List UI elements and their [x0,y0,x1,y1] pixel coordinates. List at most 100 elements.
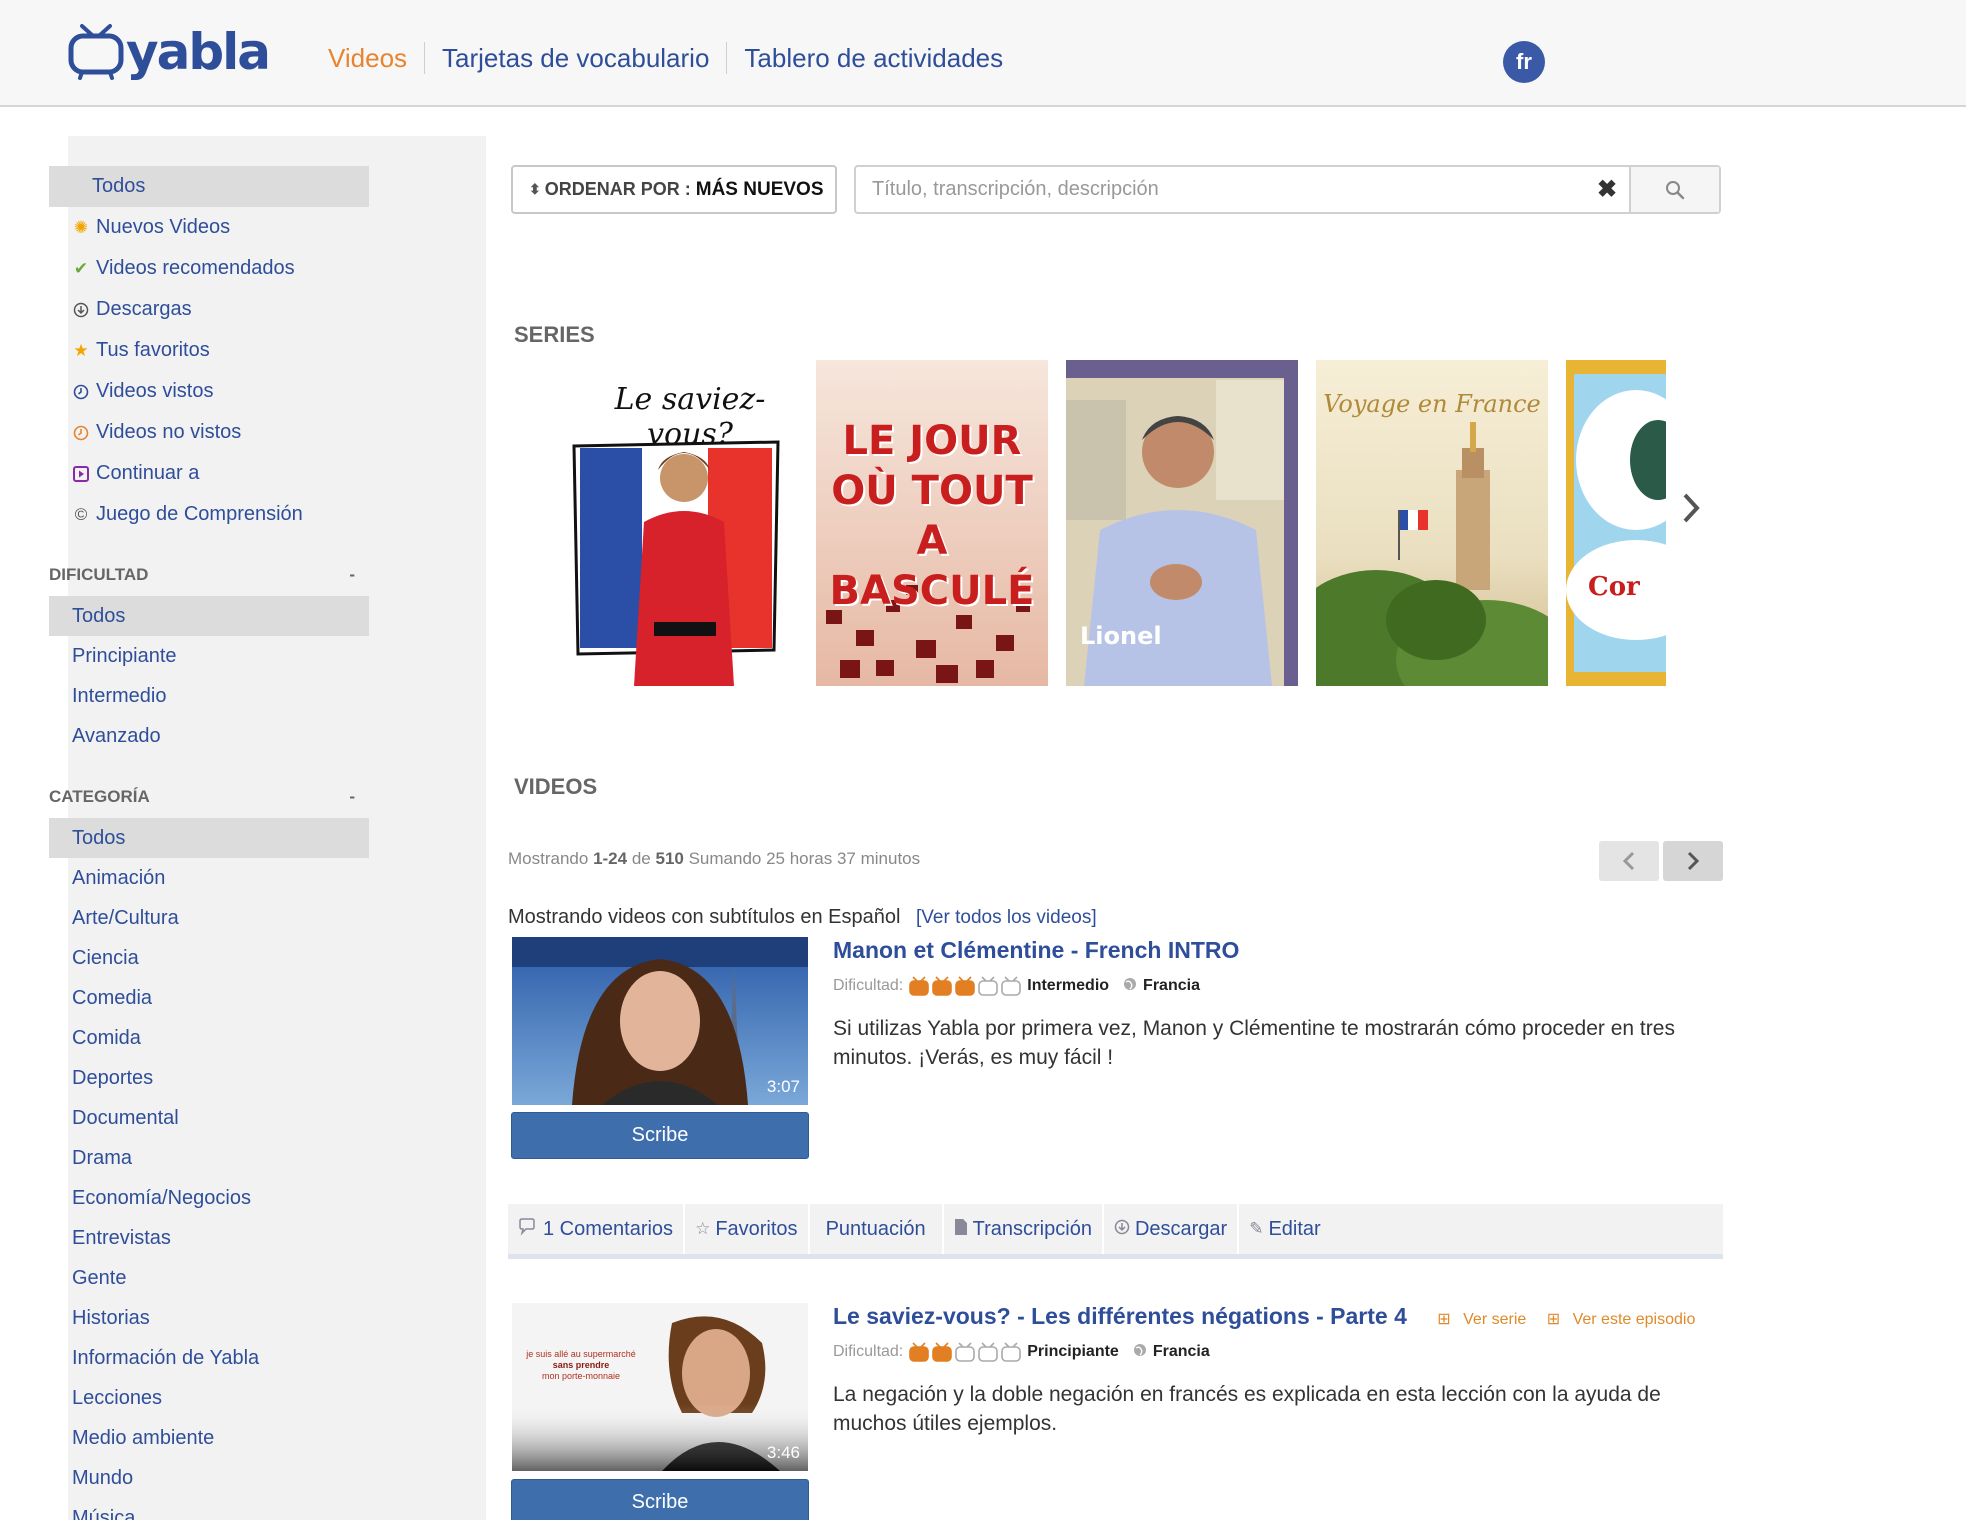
summary-total: 510 [655,849,684,868]
video-country: Francia [1152,1343,1210,1360]
nav-videos[interactable]: Videos [310,42,424,74]
video-title-row: Le saviez-vous? - Les différentes négati… [833,1303,1695,1330]
category-item[interactable]: Mundo [49,1458,369,1498]
series-next-arrow[interactable] [1680,490,1702,535]
nav-vocabulary-cards[interactable]: Tarjetas de vocabulario [424,42,726,74]
caption-line: je suis allé au supermarché [526,1349,636,1359]
category-item[interactable]: Historias [49,1298,369,1338]
category-item[interactable]: Información de Yabla [49,1338,369,1378]
chevron-right-icon [1683,493,1700,523]
edit-button[interactable]: ✎ Editar [1239,1204,1331,1254]
category-item[interactable]: Arte/Cultura [49,898,369,938]
filter-all[interactable]: Todos [49,166,369,207]
category-item[interactable]: Deportes [49,1058,369,1098]
comments-button[interactable]: 1 Comentarios [508,1204,686,1254]
category-item[interactable]: Documental [49,1098,369,1138]
series-card-lionel[interactable]: Lionel [1066,360,1298,686]
filter-comprehension-game[interactable]: © Juego de Comprensión [49,494,369,535]
document-icon [954,1218,968,1241]
difficulty-heading[interactable]: DIFICULTAD - [49,560,369,590]
filter-continue[interactable]: Continuar a [49,453,369,494]
difficulty-advanced[interactable]: Avanzado [49,716,369,756]
collapse-toggle[interactable]: - [349,565,355,585]
series-card-le-saviez-vous[interactable]: Le saviez-vous? [566,360,798,686]
download-label: Descargar [1134,1217,1228,1240]
category-item[interactable]: Música [49,1498,369,1520]
collapse-toggle[interactable]: - [349,787,355,807]
language-badge[interactable]: fr [1503,41,1545,83]
series-card-partial[interactable]: Cor [1566,360,1666,686]
video-thumbnail[interactable]: je suis allé au supermarché sans prendre… [512,1303,808,1471]
sort-value: MÁS NUEVOS [695,178,824,200]
difficulty-intermediate[interactable]: Intermedio [49,676,369,716]
difficulty-beginner[interactable]: Principiante [49,636,369,676]
filter-label: Avanzado [72,724,161,747]
filter-recommended[interactable]: ✔ Videos recomendados [49,248,369,289]
view-episode-link[interactable]: ⊞ Ver este episodio [1539,1311,1696,1328]
see-all-videos-link[interactable]: [Ver todos los videos] [916,907,1097,928]
transcript-button[interactable]: Transcripción [944,1204,1104,1254]
filter-label: Información de Yabla [72,1346,260,1369]
category-item[interactable]: Entrevistas [49,1218,369,1258]
filter-new-videos[interactable]: ✺ Nuevos Videos [49,207,369,248]
video-title[interactable]: Le saviez-vous? - Les différentes négati… [833,1303,1407,1329]
category-item[interactable]: Animación [49,858,369,898]
category-item[interactable]: Medio ambiente [49,1418,369,1458]
favorites-button[interactable]: ☆ Favoritos [685,1204,810,1254]
filter-favorites[interactable]: ★ Tus favoritos [49,330,369,371]
globe-icon [1123,977,1137,996]
download-icon [1114,1219,1130,1240]
filter-label: Medio ambiente [72,1426,215,1449]
filter-downloads[interactable]: Descargas [49,289,369,330]
filter-label: Deportes [72,1066,154,1089]
tv-logo-icon [68,24,124,80]
scribe-button[interactable]: Scribe [511,1112,809,1159]
category-item[interactable]: Lecciones [49,1378,369,1418]
rating-button[interactable]: Puntuación [810,1204,944,1254]
filter-label: Historias [72,1306,150,1329]
category-heading[interactable]: CATEGORÍA - [49,782,369,812]
search-input[interactable] [856,167,1585,212]
favorites-label: Favoritos [715,1217,798,1240]
download-button[interactable]: Descargar [1104,1204,1240,1254]
filter-watched[interactable]: Videos vistos [49,371,369,412]
series-carousel: Le saviez-vous? LE JOUR OÙ TOUT A BASCUL… [566,360,1666,686]
clear-icon[interactable]: ✖ [1585,167,1629,212]
clock-icon [72,424,90,442]
difficulty-level: Principiante [1027,1343,1119,1360]
sort-button[interactable]: ⬍ ORDENAR POR : MÁS NUEVOS [511,165,837,214]
video-title[interactable]: Manon et Clémentine - French INTRO [833,937,1239,964]
prev-page-button[interactable] [1599,841,1659,881]
category-item[interactable]: Ciencia [49,938,369,978]
video-difficulty: Dificultad: Principiante Francia [833,1341,1210,1363]
category-item[interactable]: Comida [49,1018,369,1058]
series-card-le-jour[interactable]: LE JOUR OÙ TOUT A BASCULÉ [816,360,1048,686]
series-card-title: Lionel [1080,622,1162,650]
subtitle-note: Mostrando videos con subtítulos en Españ… [508,906,1097,929]
filter-label: Intermedio [72,684,167,707]
edit-label: Editar [1268,1217,1321,1240]
summary-prefix: Mostrando [508,849,589,868]
search-button[interactable] [1629,167,1719,212]
category-item[interactable]: Comedia [49,978,369,1018]
category-item[interactable]: Gente [49,1258,369,1298]
yabla-logo[interactable]: yabla [68,24,271,80]
video-description: Si utilizas Yabla por primera vez, Manon… [833,1017,1675,1069]
nav-activity-board[interactable]: Tablero de actividades [726,42,1020,74]
difficulty-all[interactable]: Todos [49,596,369,636]
view-episode-label: Ver este episodio [1572,1311,1696,1328]
view-series-link[interactable]: ⊞ Ver serie [1429,1311,1526,1328]
next-page-button[interactable] [1663,841,1723,881]
series-card-voyage-en-france[interactable]: Voyage en France [1316,360,1548,686]
filter-label: Juego de Comprensión [96,503,303,525]
category-item[interactable]: Drama [49,1138,369,1178]
category-item[interactable]: Todos [49,818,369,858]
filter-label: Continuar a [96,462,200,484]
scribe-button[interactable]: Scribe [511,1479,809,1520]
filter-label: Todos [92,175,146,197]
filter-label: Comedia [72,986,153,1009]
filter-label: Nuevos Videos [96,216,231,238]
video-thumbnail[interactable]: 3:07 [512,937,808,1105]
category-item[interactable]: Economía/Negocios [49,1178,369,1218]
filter-unwatched[interactable]: Videos no vistos [49,412,369,453]
